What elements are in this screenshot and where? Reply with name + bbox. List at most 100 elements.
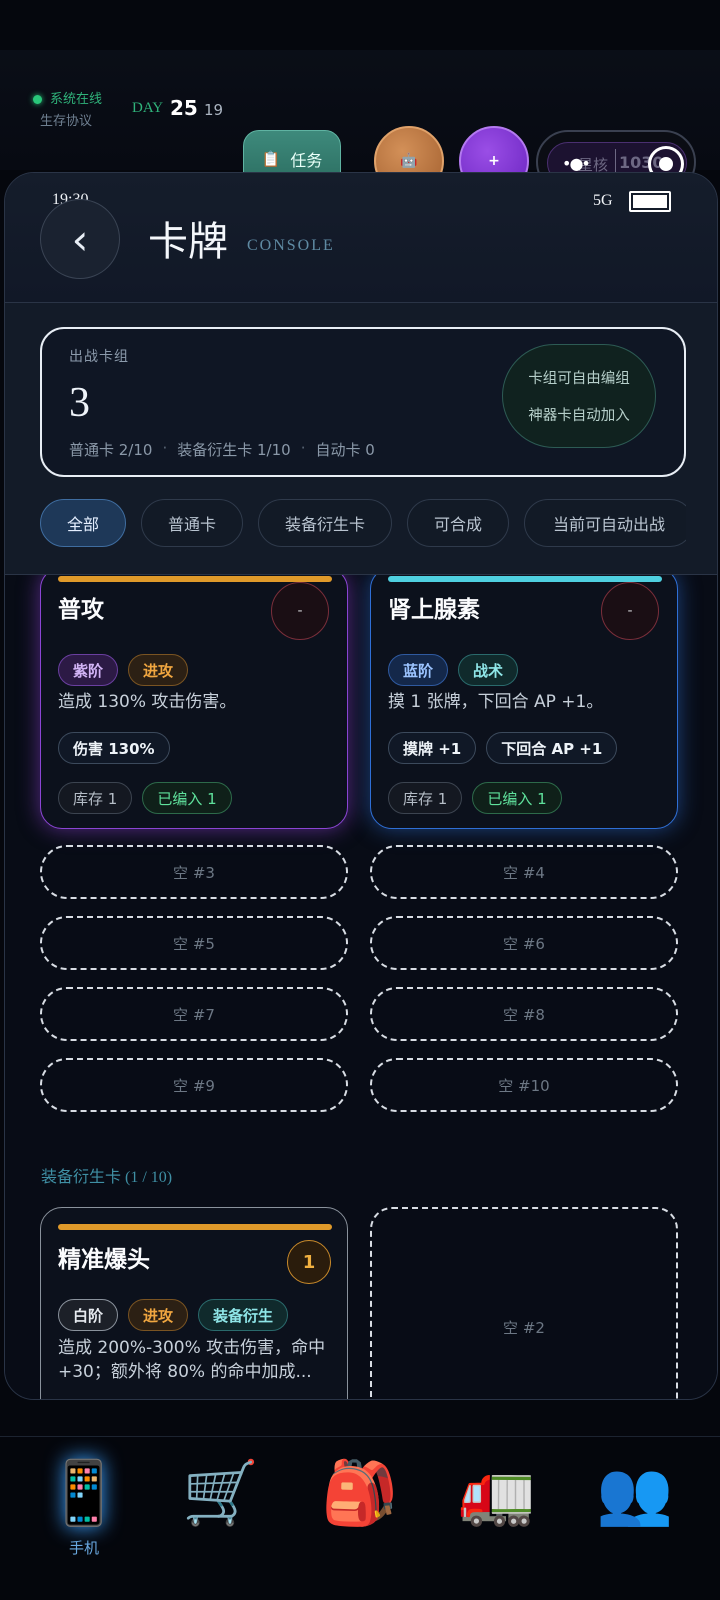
empty-slot[interactable]: 空 #4 bbox=[370, 845, 678, 899]
nav-shop[interactable]: 🛒 bbox=[176, 1453, 266, 1533]
card-name: 肾上腺素 bbox=[388, 597, 480, 623]
truck-icon: 🚛 bbox=[458, 1456, 536, 1529]
card-tags: 白阶 进攻 装备衍生 bbox=[58, 1299, 289, 1331]
type-tag: 进攻 bbox=[128, 654, 189, 686]
stock-count: 库存 1 bbox=[388, 782, 463, 814]
card-inventory: 库存 1 已编入 1 bbox=[58, 782, 232, 814]
remove-card-button[interactable]: - bbox=[271, 582, 329, 640]
phone-screen: 19:30 5G ‹ 卡牌 CONSOLE 出战卡组 3 普通卡 2/10 · … bbox=[4, 172, 718, 1400]
bottom-nav: 📱 手机 🛒 🎒 🚛 👥 bbox=[0, 1436, 720, 1600]
nav-phone[interactable]: 📱 手机 bbox=[39, 1453, 129, 1558]
nav-phone-label: 手机 bbox=[68, 1541, 99, 1557]
card-description: 造成 130% 攻击伤害。 bbox=[58, 692, 237, 712]
clipboard-icon: 📋 bbox=[261, 151, 281, 168]
card-inventory: 库存 1 已编入 1 bbox=[388, 782, 562, 814]
phone-header: 19:30 5G ‹ 卡牌 CONSOLE bbox=[5, 173, 717, 303]
deck-equip-count: 装备衍生卡 1/10 bbox=[177, 441, 291, 459]
card-description: 摸 1 张牌，下回合 AP +1。 bbox=[388, 692, 604, 712]
day-label: DAY bbox=[132, 100, 164, 116]
meta-separator: · bbox=[300, 439, 306, 457]
remove-card-button[interactable]: - bbox=[601, 582, 659, 640]
equip-section-title: 装备衍生卡 (1 / 10) bbox=[41, 1169, 173, 1186]
card-description: 造成 200%-300% 攻击伤害，命中+30；额外将 80% 的命中加成... bbox=[58, 1338, 326, 1382]
deck-summary-card: 出战卡组 3 普通卡 2/10 · 装备衍生卡 1/10 · 自动卡 0 卡组可… bbox=[40, 327, 686, 477]
filter-chip-craftable[interactable]: 可合成 bbox=[407, 499, 509, 547]
survival-protocol-label: 生存协议 bbox=[40, 113, 93, 128]
empty-slot[interactable]: 空 #9 bbox=[40, 1058, 348, 1112]
deck-meta: 普通卡 2/10 · 装备衍生卡 1/10 · 自动卡 0 bbox=[69, 439, 375, 460]
type-tag: 战术 bbox=[458, 654, 519, 686]
deck-note-line1: 卡组可自由编组 bbox=[528, 371, 630, 387]
filter-chip-auto[interactable]: 当前可自动出战 bbox=[524, 499, 686, 547]
deck-count: 3 bbox=[69, 380, 90, 426]
card-tags: 紫阶 进攻 bbox=[58, 654, 189, 686]
minus-icon: - bbox=[297, 603, 303, 619]
card-rarity-bar bbox=[388, 576, 662, 582]
stat-chip: 摸牌 +1 bbox=[388, 732, 477, 764]
plus-icon: + bbox=[488, 153, 500, 169]
network-indicator: 5G bbox=[593, 192, 613, 209]
loading-dots-icon: •●• bbox=[562, 154, 591, 173]
nav-team[interactable]: 👥 bbox=[590, 1453, 680, 1533]
card-item[interactable]: 肾上腺素 - 蓝阶 战术 摸 1 张牌，下回合 AP +1。 摸牌 +1 下回合… bbox=[370, 575, 678, 829]
card-stats: 摸牌 +1 下回合 AP +1 bbox=[388, 732, 618, 764]
source-tag: 装备衍生 bbox=[198, 1299, 289, 1331]
empty-slot[interactable]: 空 #5 bbox=[40, 916, 348, 970]
stock-count: 库存 1 bbox=[58, 782, 133, 814]
day-hour: 19 bbox=[204, 101, 224, 119]
cart-icon: 🛒 bbox=[182, 1456, 260, 1529]
stat-chip: 伤害 130% bbox=[58, 732, 170, 764]
deck-summary-area: 出战卡组 3 普通卡 2/10 · 装备衍生卡 1/10 · 自动卡 0 卡组可… bbox=[5, 303, 717, 575]
page-title: 卡牌 bbox=[148, 219, 228, 264]
robot-icon: 🤖 bbox=[400, 153, 418, 169]
filter-chip-all[interactable]: 全部 bbox=[40, 499, 126, 547]
battery-icon bbox=[629, 191, 671, 212]
task-button-label: 任务 bbox=[290, 153, 323, 170]
nav-truck[interactable]: 🚛 bbox=[452, 1453, 542, 1533]
deck-normal-count: 普通卡 2/10 bbox=[69, 441, 153, 459]
day-number: 25 bbox=[170, 96, 198, 120]
online-status-dot bbox=[33, 95, 42, 104]
tier-tag: 白阶 bbox=[58, 1299, 119, 1331]
tier-tag: 蓝阶 bbox=[388, 654, 449, 686]
card-name: 普攻 bbox=[58, 597, 104, 623]
type-tag: 进攻 bbox=[128, 1299, 189, 1331]
filter-chip-normal[interactable]: 普通卡 bbox=[141, 499, 243, 547]
deck-note-line2: 神器卡自动加入 bbox=[528, 408, 630, 424]
backpack-icon: 🎒 bbox=[321, 1456, 399, 1529]
card-count-badge: 1 bbox=[287, 1240, 331, 1284]
card-rarity-bar bbox=[58, 1224, 332, 1230]
card-tags: 蓝阶 战术 bbox=[388, 654, 519, 686]
system-online-label: 系统在线 bbox=[50, 91, 103, 106]
empty-slot[interactable]: 空 #6 bbox=[370, 916, 678, 970]
deck-auto-count: 自动卡 0 bbox=[315, 441, 375, 459]
minus-icon: - bbox=[627, 603, 633, 619]
deployed-count: 已编入 1 bbox=[472, 782, 562, 814]
meta-separator: · bbox=[162, 439, 168, 457]
filter-chips: 全部 普通卡 装备衍生卡 可合成 当前可自动出战 bbox=[40, 499, 686, 547]
phone-icon: 📱 bbox=[45, 1456, 123, 1529]
empty-slot[interactable]: 空 #3 bbox=[40, 845, 348, 899]
stat-chip: 下回合 AP +1 bbox=[486, 732, 618, 764]
chevron-left-icon: ‹ bbox=[71, 214, 89, 264]
empty-slot[interactable]: 空 #2 bbox=[370, 1207, 678, 1399]
card-rarity-bar bbox=[58, 576, 332, 582]
empty-slot[interactable]: 空 #7 bbox=[40, 987, 348, 1041]
deployed-count: 已编入 1 bbox=[142, 782, 232, 814]
empty-slot[interactable]: 空 #10 bbox=[370, 1058, 678, 1112]
card-stats: 伤害 130% bbox=[58, 732, 170, 764]
filter-chip-equip[interactable]: 装备衍生卡 bbox=[258, 499, 392, 547]
card-item[interactable]: 普攻 - 紫阶 进攻 造成 130% 攻击伤害。 伤害 130% 库存 1 已编… bbox=[40, 575, 348, 829]
team-icon: 👥 bbox=[596, 1456, 674, 1529]
card-name: 精准爆头 bbox=[58, 1247, 150, 1273]
back-button[interactable]: ‹ bbox=[40, 199, 120, 279]
tier-tag: 紫阶 bbox=[58, 654, 119, 686]
card-list[interactable]: 普攻 - 紫阶 进攻 造成 130% 攻击伤害。 伤害 130% 库存 1 已编… bbox=[5, 575, 717, 1399]
nav-backpack[interactable]: 🎒 bbox=[315, 1453, 405, 1533]
page-subtitle: CONSOLE bbox=[247, 237, 335, 254]
top-status-bar: 系统在线 生存协议 DAY 25 19 📋 任务 🤖 + 星核 1030 •●• bbox=[0, 50, 720, 196]
deck-note-badge: 卡组可自由编组 神器卡自动加入 bbox=[502, 344, 656, 448]
card-item[interactable]: 精准爆头 1 白阶 进攻 装备衍生 造成 200%-300% 攻击伤害，命中+3… bbox=[40, 1207, 348, 1399]
deck-label: 出战卡组 bbox=[69, 350, 129, 365]
empty-slot[interactable]: 空 #8 bbox=[370, 987, 678, 1041]
